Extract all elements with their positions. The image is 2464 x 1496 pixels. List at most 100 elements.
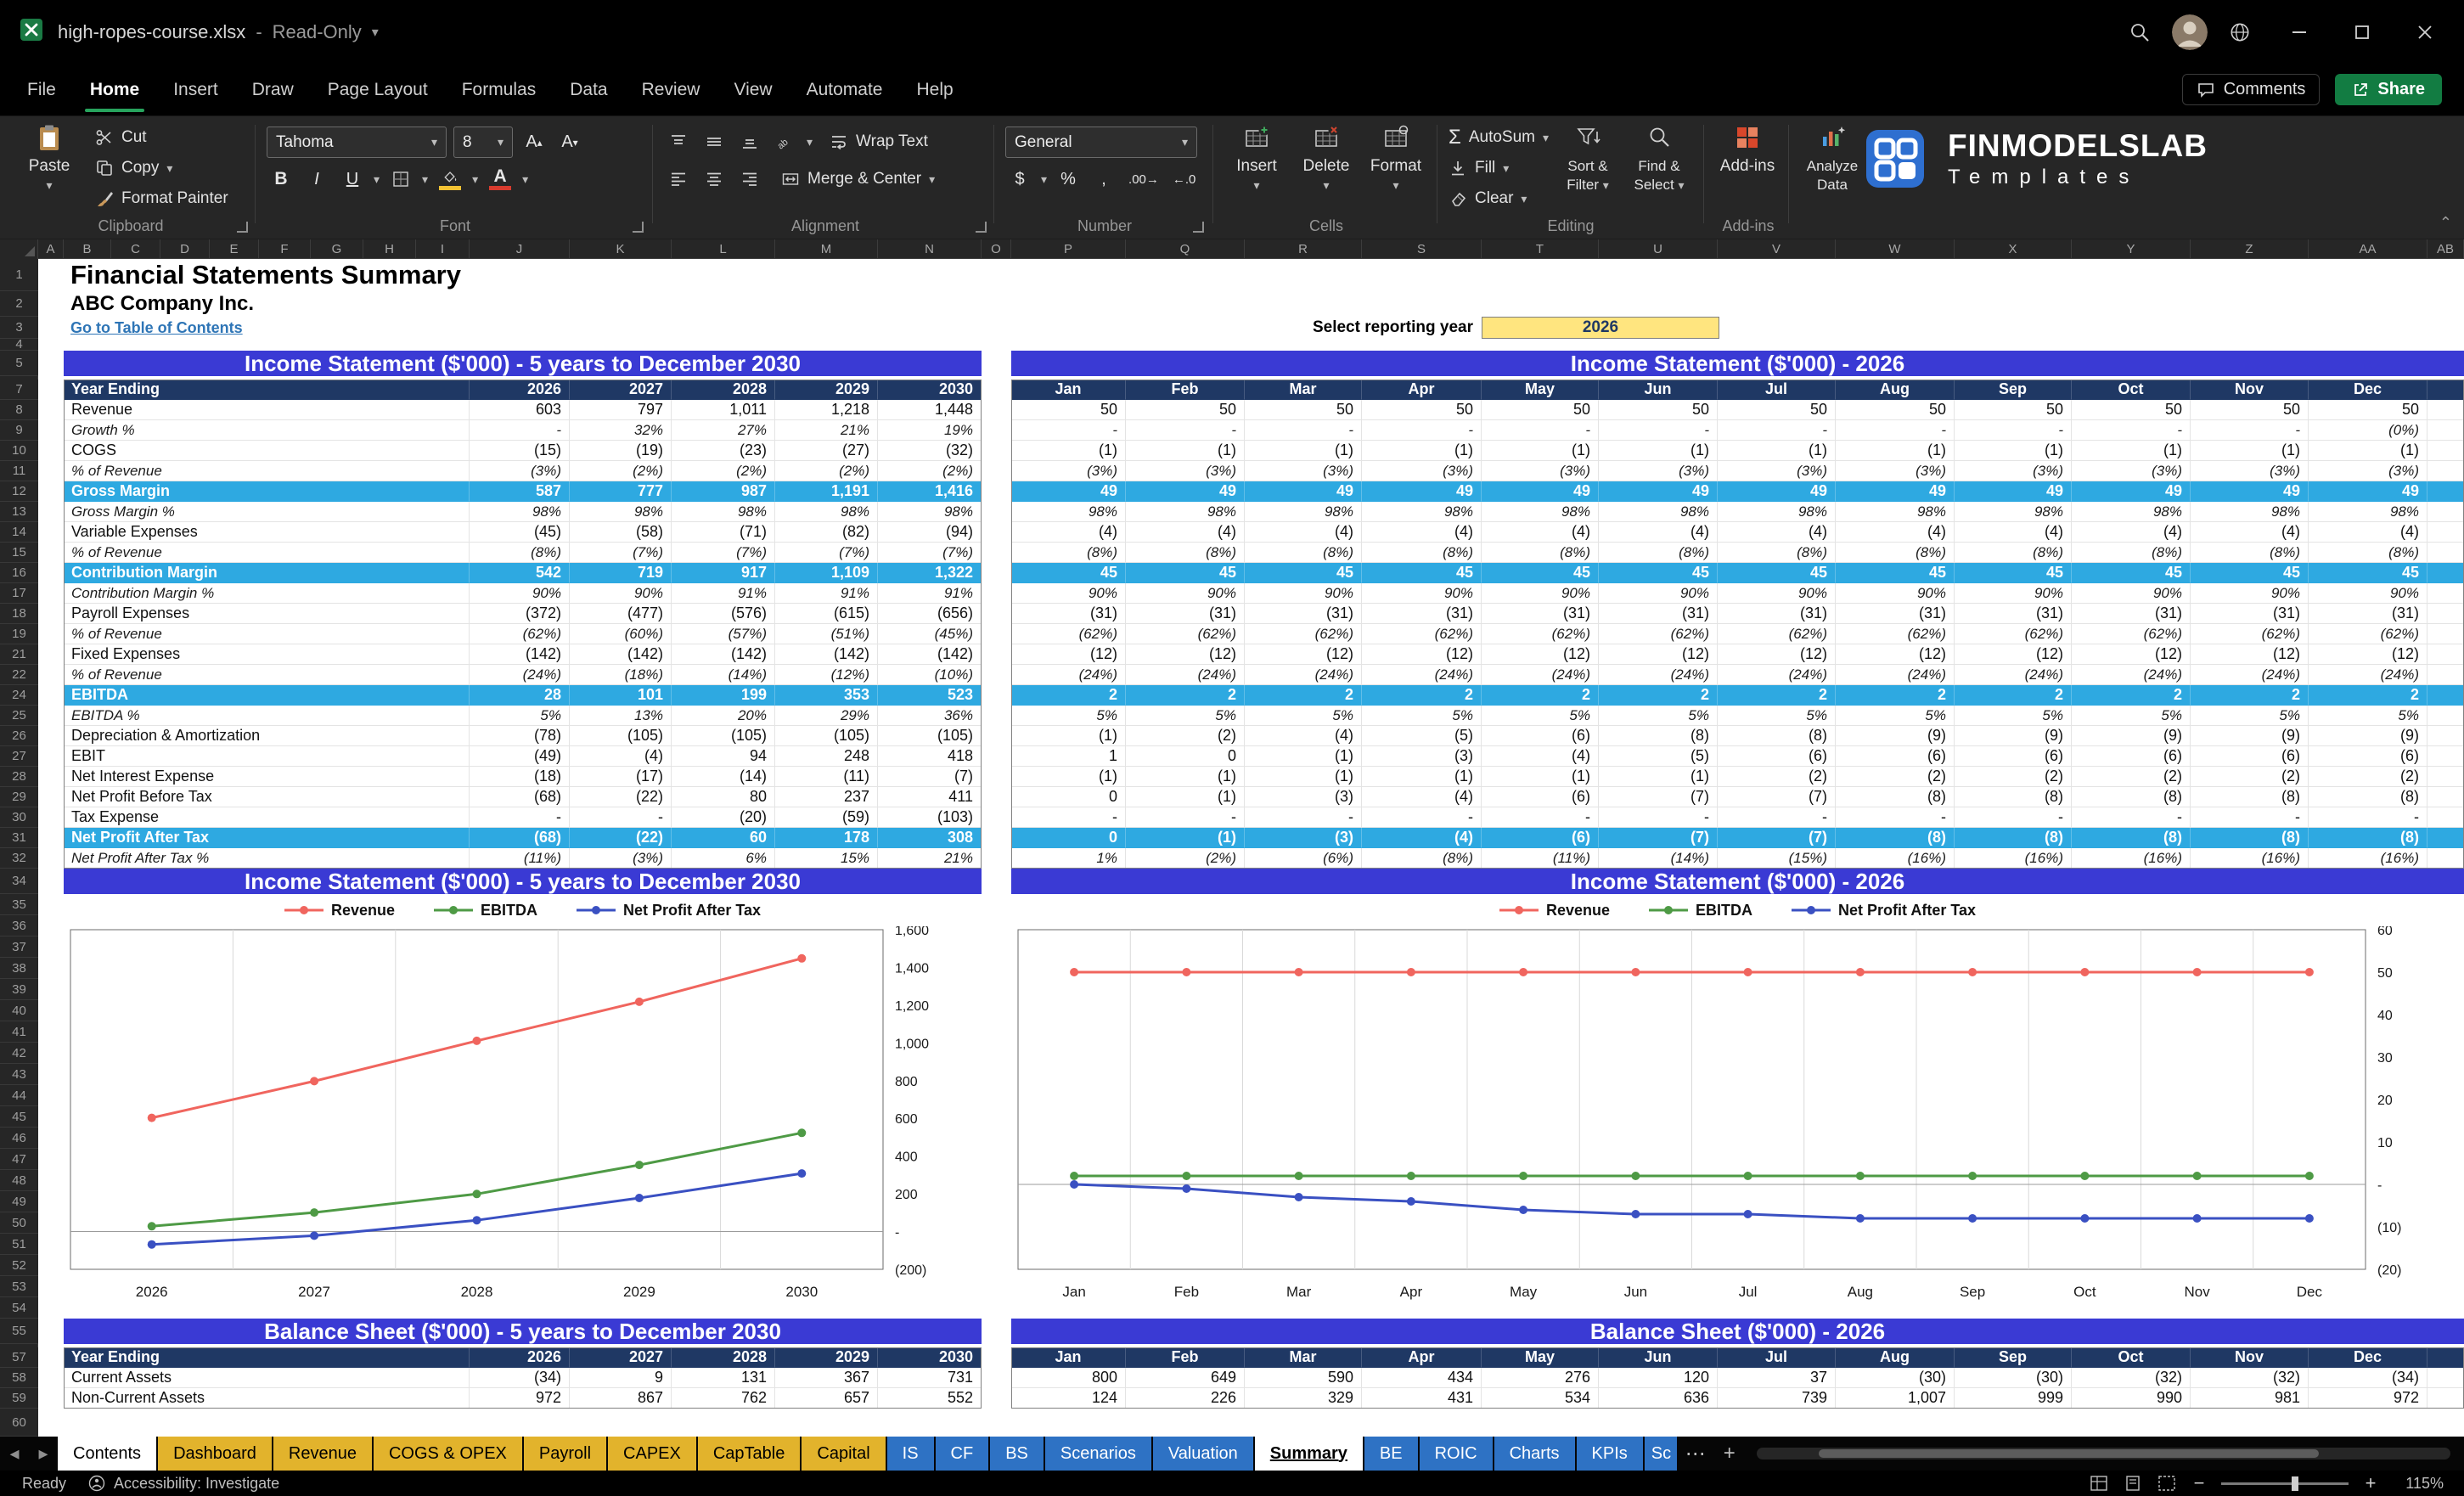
cell[interactable]: 90% xyxy=(2072,583,2191,604)
cell[interactable]: (22) xyxy=(570,828,672,848)
year-column-header[interactable]: 2030 xyxy=(878,1347,982,1368)
month-column-header[interactable]: Jul xyxy=(1718,1347,1836,1368)
cell[interactable]: (12) xyxy=(1126,644,1245,665)
cell[interactable]: (1) xyxy=(1599,441,1718,461)
cell[interactable]: (0%) xyxy=(2309,420,2427,441)
cell[interactable]: 90% xyxy=(1126,583,1245,604)
cell[interactable]: 98% xyxy=(2072,502,2191,522)
row-label[interactable]: Net Profit After Tax xyxy=(64,828,470,848)
month-column-header[interactable]: May xyxy=(1482,1347,1599,1368)
cell[interactable]: 13% xyxy=(570,706,672,726)
cell[interactable]: - xyxy=(2072,420,2191,441)
cell[interactable]: (8%) xyxy=(470,543,570,563)
year-column-header[interactable]: 2028 xyxy=(672,1347,775,1368)
align-left-button[interactable] xyxy=(664,164,693,194)
cell[interactable]: 1,218 xyxy=(775,400,878,420)
cell[interactable]: 90% xyxy=(1362,583,1482,604)
cell[interactable]: (18) xyxy=(470,767,570,787)
cell[interactable]: (31) xyxy=(1482,604,1599,624)
cell[interactable]: (2%) xyxy=(775,461,878,481)
row-label[interactable]: % of Revenue xyxy=(64,543,470,563)
row-header-24[interactable]: 24 xyxy=(0,685,38,706)
cell[interactable] xyxy=(2427,583,2464,604)
cell[interactable]: (12) xyxy=(2072,644,2191,665)
cell[interactable]: - xyxy=(1482,807,1599,828)
col-header-Y[interactable]: Y xyxy=(2072,239,2191,259)
cell[interactable]: (8%) xyxy=(2309,543,2427,563)
cell[interactable]: (4) xyxy=(2191,522,2309,543)
cell[interactable]: (24%) xyxy=(1718,665,1836,685)
row-header-28[interactable]: 28 xyxy=(0,767,38,787)
cell[interactable]: 0 xyxy=(1126,746,1245,767)
cell[interactable]: 124 xyxy=(1011,1388,1126,1409)
cell[interactable]: - xyxy=(2191,807,2309,828)
row-header-44[interactable]: 44 xyxy=(0,1085,38,1106)
cell[interactable]: (477) xyxy=(570,604,672,624)
cell[interactable]: (12) xyxy=(1482,644,1599,665)
cell[interactable]: 542 xyxy=(470,563,570,583)
row-label[interactable]: Current Assets xyxy=(64,1368,470,1388)
cell[interactable]: 1,191 xyxy=(775,481,878,502)
cell[interactable]: (8) xyxy=(2191,787,2309,807)
row-header-60[interactable]: 60 xyxy=(0,1409,38,1437)
year-column-header[interactable]: 2028 xyxy=(672,380,775,400)
row-label[interactable]: Non-Current Assets xyxy=(64,1388,470,1409)
cell[interactable] xyxy=(2427,441,2464,461)
maximize-button[interactable] xyxy=(2335,5,2389,59)
cell[interactable]: (16%) xyxy=(1955,848,2072,869)
cell[interactable]: (103) xyxy=(878,807,982,828)
cell[interactable]: (34) xyxy=(2309,1368,2427,1388)
cell[interactable]: (6) xyxy=(2309,746,2427,767)
font-dialog-launcher[interactable] xyxy=(633,222,644,233)
cell[interactable]: (1) xyxy=(1955,441,2072,461)
cell[interactable]: 1,416 xyxy=(878,481,982,502)
cell[interactable]: (24%) xyxy=(2309,665,2427,685)
increase-decimal-button[interactable]: .00→ xyxy=(1125,164,1162,194)
cell[interactable]: (142) xyxy=(878,644,982,665)
row-header-15[interactable]: 15 xyxy=(0,543,38,563)
row-label[interactable]: EBITDA % xyxy=(64,706,470,726)
sheet-tab-is[interactable]: IS xyxy=(886,1437,934,1471)
cell[interactable]: 2 xyxy=(1955,685,2072,706)
company-name[interactable]: ABC Company Inc. xyxy=(70,291,254,317)
cell[interactable]: 5% xyxy=(2191,706,2309,726)
year-ending-header[interactable]: Year Ending xyxy=(64,1347,470,1368)
cell[interactable]: 50 xyxy=(1718,400,1836,420)
cell[interactable]: (1) xyxy=(1245,441,1362,461)
cell[interactable]: (8) xyxy=(2309,828,2427,848)
close-button[interactable] xyxy=(2398,5,2452,59)
cell[interactable]: (2%) xyxy=(1126,848,1245,869)
cell[interactable]: (15%) xyxy=(1718,848,1836,869)
cell[interactable]: 90% xyxy=(1482,583,1599,604)
cell[interactable]: 2 xyxy=(2309,685,2427,706)
cell[interactable] xyxy=(2427,543,2464,563)
cell[interactable]: 1% xyxy=(1011,848,1126,869)
cell[interactable]: (24%) xyxy=(1362,665,1482,685)
align-center-button[interactable] xyxy=(700,164,729,194)
cell[interactable]: 237 xyxy=(775,787,878,807)
decrease-decimal-button[interactable]: ←.0 xyxy=(1169,164,1200,194)
month-column-header[interactable]: Dec xyxy=(2309,1347,2427,1368)
cell[interactable]: (16%) xyxy=(1836,848,1955,869)
alignment-dialog-launcher[interactable] xyxy=(976,222,987,233)
page-title[interactable]: Financial Statements Summary xyxy=(70,259,461,291)
month-column-header[interactable]: Jul xyxy=(1718,380,1836,400)
cell[interactable]: (4) xyxy=(1482,522,1599,543)
comments-button[interactable]: Comments xyxy=(2181,74,2321,105)
cell[interactable]: 21% xyxy=(775,420,878,441)
cell[interactable]: - xyxy=(1836,807,1955,828)
cell[interactable]: - xyxy=(570,807,672,828)
cell[interactable]: 98% xyxy=(775,502,878,522)
cell[interactable]: (49) xyxy=(470,746,570,767)
cell[interactable]: 36% xyxy=(878,706,982,726)
cell[interactable]: 762 xyxy=(672,1388,775,1409)
cell[interactable]: 90% xyxy=(1011,583,1126,604)
cell[interactable]: 2 xyxy=(1599,685,1718,706)
cell[interactable]: (7) xyxy=(1599,787,1718,807)
cell[interactable]: 49 xyxy=(1718,481,1836,502)
number-format-select[interactable]: General ▾ xyxy=(1005,127,1197,158)
delete-cells-button[interactable]: Delete ▾ xyxy=(1291,123,1362,211)
cell[interactable]: (62%) xyxy=(1126,624,1245,644)
autosum-button[interactable]: Σ AutoSum ▾ xyxy=(1445,123,1552,152)
cell[interactable]: (1) xyxy=(1011,767,1126,787)
